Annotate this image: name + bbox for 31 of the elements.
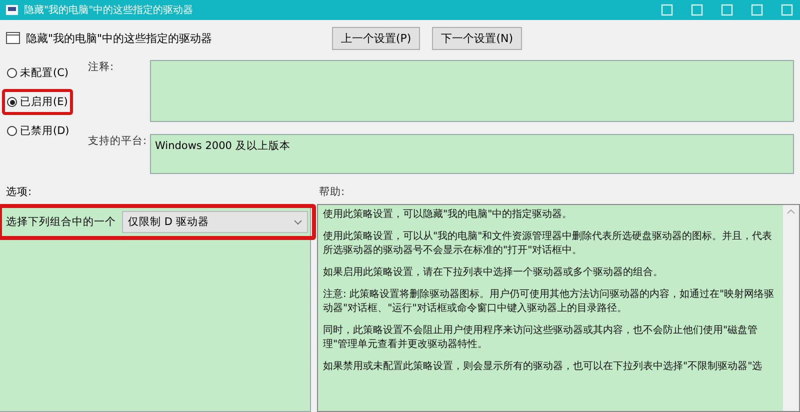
comment-label: 注释: [88,60,115,75]
platform-label: 支持的平台: [88,134,148,149]
help-paragraph: 使用此策略设置，可以从"我的电脑"和文件资源管理器中删除代表所选硬盘驱动器的图标。并且，代表所选驱动器的驱动器号不会显示在标准的"打开"对话框中。 [323,230,774,258]
radio-option[interactable]: 已启用(E) [2,89,73,115]
scrollbar[interactable] [783,205,799,411]
window-title: 隐藏"我的电脑"中的这些指定的驱动器 [24,4,194,17]
help-label: 帮助: [319,185,345,199]
help-paragraph: 如果禁用或未配置此策略设置，则会显示所有的驱动器，也可以在下拉列表中选择"不限制驱动器"选 [323,360,764,374]
nav-button[interactable]: 上一个设置(P) [332,26,420,50]
help-paragraph: 注意: 此策略设置将删除驱动器图标。用户仍可使用其他方法访问驱动器的内容，如通过在"映射网络驱动器"对话框、"运行"对话框或命令窗口中键入驱动器上的目录路径。 [323,288,776,316]
platform-field: Windows 2000 及以上版本 [150,134,794,174]
drive-dropdown[interactable]: 仅限制 D 驱动器 [122,211,308,233]
radio-option[interactable]: 未配置(C) [2,60,74,86]
toolbar-icon[interactable] [780,3,794,17]
comment-field[interactable] [150,60,794,122]
toolbar-icon[interactable] [660,3,674,17]
toolbar-icon[interactable] [720,3,734,17]
help-paragraph: 使用此策略设置，可以隐藏"我的电脑"中的指定驱动器。 [323,208,574,222]
scroll-up-icon[interactable] [787,209,795,214]
chevron-down-icon [294,220,302,224]
help-paragraph: 如果启用此策略设置，请在下拉列表中选择一个驱动器或多个驱动器的组合。 [323,266,664,280]
app-icon [6,5,18,15]
toolbar-icon[interactable] [750,3,764,17]
help-paragraph: 同时，此策略设置不会阻止用户使用程序来访问这些驱动器或其内容，也不会防止他们使用"磁盘管理"管理单元查看并更改驱动器特性。 [323,324,759,352]
radio-option[interactable]: 已禁用(D) [2,118,74,144]
toolbar-icon[interactable] [690,3,704,17]
combo-label: 选择下列组合中的一个 [6,215,116,229]
policy-icon [6,32,20,44]
policy-name: 隐藏"我的电脑"中的这些指定的驱动器 [26,30,214,46]
options-label: 选项: [6,185,33,199]
nav-button[interactable]: 下一个设置(N) [432,26,522,50]
